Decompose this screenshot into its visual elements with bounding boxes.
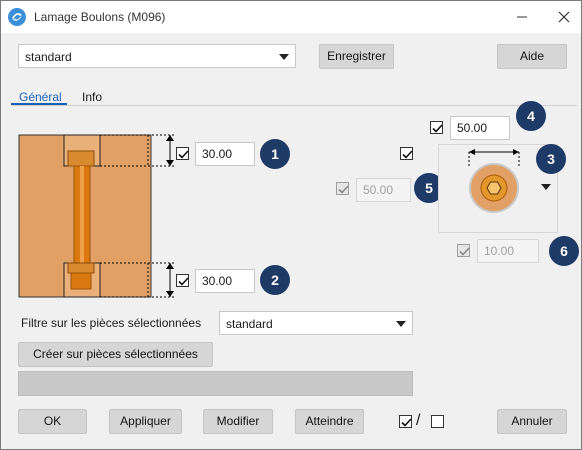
ok-button[interactable]: OK bbox=[18, 409, 87, 434]
extra-depth-input[interactable]: 10.00 bbox=[477, 239, 539, 263]
diameter-checkbox[interactable] bbox=[430, 121, 443, 134]
preset-select[interactable]: standard bbox=[18, 44, 296, 68]
deselect-all-checkbox[interactable] bbox=[431, 415, 444, 428]
cancel-button[interactable]: Annuler bbox=[497, 409, 567, 434]
head-shape-dropdown-icon[interactable] bbox=[541, 184, 551, 190]
offset-input[interactable]: 50.00 bbox=[356, 178, 411, 202]
create-on-selected-button[interactable]: Créer sur pièces sélectionnées bbox=[18, 342, 213, 367]
top-depth-checkbox[interactable] bbox=[176, 147, 189, 160]
checkmark-icon bbox=[178, 277, 189, 286]
tab-info[interactable]: Info bbox=[82, 90, 102, 104]
head-shape-checkbox[interactable] bbox=[400, 147, 413, 160]
filter-value: standard bbox=[226, 317, 273, 331]
top-depth-input[interactable]: 30.00 bbox=[195, 142, 255, 166]
checkmark-icon bbox=[338, 185, 349, 194]
bottom-depth-input[interactable]: 30.00 bbox=[195, 269, 255, 293]
filter-label: Filtre sur les pièces sélectionnées bbox=[21, 316, 202, 330]
minimize-icon[interactable] bbox=[511, 7, 533, 27]
dialog-window: Lamage Boulons (M096) standard Enregistr… bbox=[0, 0, 582, 450]
extra-depth-checkbox[interactable] bbox=[457, 244, 470, 257]
checkmark-icon bbox=[178, 150, 189, 159]
progress-bar bbox=[18, 371, 413, 396]
save-button[interactable]: Enregistrer bbox=[319, 44, 394, 69]
callout-badge-2: 2 bbox=[260, 265, 290, 295]
reach-button[interactable]: Atteindre bbox=[295, 409, 364, 434]
window-title: Lamage Boulons (M096) bbox=[34, 10, 166, 24]
help-button[interactable]: Aide bbox=[497, 44, 567, 69]
chevron-down-icon bbox=[279, 54, 289, 60]
toggle-separator: / bbox=[416, 412, 421, 429]
bottom-depth-checkbox[interactable] bbox=[176, 274, 189, 287]
checkmark-icon bbox=[459, 247, 470, 256]
diameter-input[interactable]: 50.00 bbox=[450, 116, 510, 140]
callout-badge-4: 4 bbox=[516, 101, 546, 131]
bolt-head-top-view bbox=[468, 149, 520, 213]
callout-badge-1: 1 bbox=[260, 139, 290, 169]
modify-button[interactable]: Modifier bbox=[203, 409, 273, 434]
checkmark-icon bbox=[432, 124, 443, 133]
chevron-down-icon bbox=[396, 321, 406, 327]
offset-checkbox[interactable] bbox=[336, 182, 349, 195]
filter-select[interactable]: standard bbox=[219, 311, 413, 335]
tab-general[interactable]: Général bbox=[19, 90, 62, 104]
checkmark-icon bbox=[401, 418, 412, 427]
apply-button[interactable]: Appliquer bbox=[109, 409, 182, 434]
callout-badge-3: 3 bbox=[536, 144, 566, 174]
app-logo-icon bbox=[8, 8, 26, 26]
tab-divider bbox=[11, 105, 577, 106]
close-icon[interactable] bbox=[553, 7, 575, 27]
select-all-checkbox[interactable] bbox=[399, 415, 412, 428]
checkmark-icon bbox=[402, 150, 413, 159]
title-bar: Lamage Boulons (M096) bbox=[1, 1, 581, 33]
bolt-section-illustration bbox=[18, 134, 174, 298]
preset-value: standard bbox=[25, 50, 72, 64]
callout-badge-6: 6 bbox=[549, 236, 579, 266]
